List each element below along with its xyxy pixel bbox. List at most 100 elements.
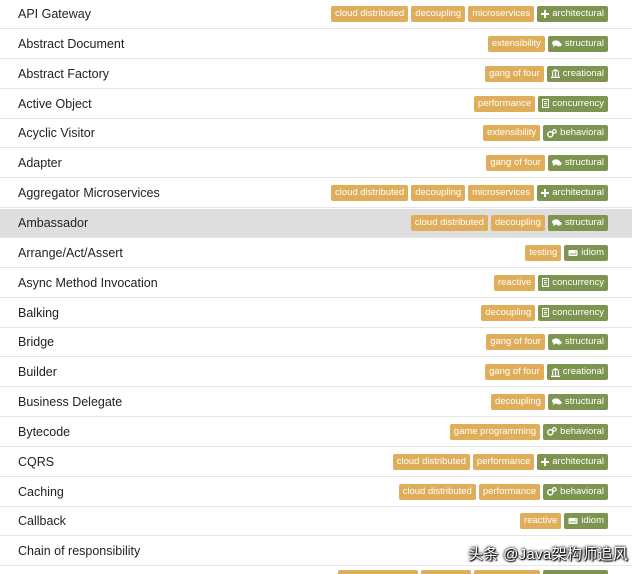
category-tag[interactable]: idiom <box>564 244 608 261</box>
pattern-title[interactable]: CQRS <box>0 455 54 469</box>
keyword-tag[interactable]: gang of four <box>486 155 545 172</box>
category-tag[interactable]: concurrency <box>538 95 608 112</box>
keyword-tag[interactable]: microservices <box>468 185 535 202</box>
category-label: architectural <box>552 187 604 199</box>
category-label: architectural <box>552 455 604 467</box>
category-label: concurrency <box>552 306 604 318</box>
keyword-tag[interactable]: reactive <box>520 513 562 530</box>
keyword-tag[interactable]: decoupling <box>490 394 545 411</box>
gears-icon <box>547 128 557 138</box>
pattern-title[interactable]: Builder <box>0 365 57 379</box>
pattern-title[interactable]: Aggregator Microservices <box>0 186 160 200</box>
category-tag[interactable]: idiom <box>564 513 608 530</box>
pattern-row[interactable]: Active Object performance concurrency <box>0 90 632 119</box>
category-tag[interactable]: behavioral <box>543 423 608 440</box>
category-tag[interactable]: creational <box>546 364 608 381</box>
pattern-title[interactable]: Abstract Factory <box>0 67 109 81</box>
pattern-row[interactable]: Aggregator Microservices cloud distribute… <box>0 179 632 209</box>
keyword-tag[interactable]: testing <box>525 244 562 261</box>
gears-icon <box>547 427 557 436</box>
pattern-row[interactable]: Abstract Document extensibility structural <box>0 30 632 59</box>
pattern-title[interactable]: Async Method Invocation <box>0 276 158 290</box>
keyword-tag[interactable]: gang of four <box>485 364 544 381</box>
keyword-tag[interactable]: extensibility <box>487 35 545 52</box>
keyword-tag[interactable]: cloud distributed <box>398 483 476 500</box>
keyword-tag[interactable]: performance <box>473 95 536 112</box>
keyword-tag[interactable]: cloud distributed <box>392 453 470 470</box>
category-label: behavioral <box>560 425 604 437</box>
tag-group: gang of four creational <box>485 364 632 381</box>
building-icon <box>550 69 560 79</box>
pattern-title[interactable]: Caching <box>0 485 64 499</box>
tag-group: extensibility structural <box>487 35 632 52</box>
keyword-tag[interactable]: microservices <box>468 6 535 22</box>
pattern-row[interactable]: Balking decoupling concurrency <box>0 299 632 328</box>
pattern-row[interactable]: CQRS cloud distributed performance architec… <box>0 448 632 477</box>
pattern-title[interactable]: Chain of responsibility <box>0 544 140 558</box>
keyword-tag[interactable]: decoupling <box>411 6 466 22</box>
category-tag[interactable]: behavioral <box>543 125 608 142</box>
category-tag[interactable]: structural <box>547 155 608 172</box>
pattern-row[interactable]: API Gateway cloud distributed decoupling mi… <box>0 0 632 29</box>
keyword-tag[interactable]: performance <box>478 483 541 500</box>
category-tag[interactable]: structural <box>547 35 608 52</box>
pattern-title[interactable]: Balking <box>0 306 59 320</box>
category-tag[interactable]: structural <box>547 214 608 231</box>
category-tag[interactable]: architectural <box>537 6 608 22</box>
pattern-row[interactable]: Business Delegate decoupling structural <box>0 388 632 418</box>
keyword-tag[interactable]: cloud distributed <box>410 214 488 231</box>
pattern-title[interactable]: Adapter <box>0 156 62 170</box>
pattern-title[interactable]: Ambassador <box>0 216 88 230</box>
pattern-row[interactable]: Caching cloud distributed performance behav… <box>0 478 632 507</box>
pattern-title[interactable]: Bytecode <box>0 425 70 439</box>
pattern-row[interactable]: Arrange/Act/Assert testing idiom <box>0 239 632 268</box>
keyword-tag[interactable]: decoupling <box>411 185 466 202</box>
tag-group: reactive idiom <box>520 513 632 530</box>
pattern-row[interactable]: Acyclic Visitor extensibility behavioral <box>0 119 632 149</box>
category-tag[interactable]: concurrency <box>538 304 608 321</box>
tag-group: testing idiom <box>525 244 632 261</box>
category-label: concurrency <box>552 276 604 288</box>
pattern-title[interactable]: API Gateway <box>0 7 91 21</box>
comments-icon <box>551 398 562 406</box>
tag-group: reactive concurrency <box>493 274 632 291</box>
category-tag[interactable]: structural <box>547 334 608 351</box>
pattern-title[interactable]: Abstract Document <box>0 37 124 51</box>
keyword-tag[interactable]: decoupling <box>481 304 536 321</box>
pattern-row[interactable]: Builder gang of four creational <box>0 358 632 388</box>
keyword-tag[interactable]: performance <box>472 453 535 470</box>
comments-icon <box>551 338 562 346</box>
keyword-tag[interactable]: extensibility <box>483 125 541 142</box>
keyword-tag[interactable]: gang of four <box>486 334 545 351</box>
pattern-title[interactable]: Active Object <box>0 97 92 111</box>
category-tag[interactable]: structural <box>547 394 608 411</box>
pattern-row[interactable]: Callback reactive idiom <box>0 507 632 537</box>
category-tag[interactable]: creational <box>546 65 608 82</box>
keyword-tag[interactable]: game programming <box>449 423 541 440</box>
pattern-row[interactable]: Async Method Invocation reactive concurren… <box>0 269 632 298</box>
pattern-row[interactable]: Bytecode game programming behavioral <box>0 418 632 447</box>
category-tag[interactable]: concurrency <box>538 274 608 291</box>
pattern-row[interactable]: Ambassador cloud distributed decoupling str… <box>0 208 632 238</box>
pattern-row[interactable]: Abstract Factory gang of four creational <box>0 60 632 89</box>
pattern-title[interactable]: Business Delegate <box>0 395 122 409</box>
gears-icon <box>547 487 557 496</box>
keyword-tag[interactable]: reactive <box>493 274 536 291</box>
keyword-tag[interactable]: cloud distributed <box>331 6 409 22</box>
keyword-tag[interactable]: cloud distributed <box>331 185 409 202</box>
category-tag[interactable]: architectural <box>537 185 608 202</box>
keyword-tag[interactable]: decoupling <box>490 214 545 231</box>
category-label: concurrency <box>552 97 604 109</box>
pattern-row[interactable]: Adapter gang of four structural <box>0 149 632 179</box>
category-tag[interactable]: behavioral <box>543 483 608 500</box>
pattern-title[interactable]: Bridge <box>0 335 54 349</box>
tag-group: extensibility behavioral <box>483 125 632 142</box>
building-icon <box>550 367 560 377</box>
category-tag[interactable]: architectural <box>537 453 608 470</box>
pattern-row[interactable]: Bridge gang of four structural <box>0 328 632 358</box>
pattern-title[interactable]: Acyclic Visitor <box>0 126 95 140</box>
category-label: structural <box>564 336 604 348</box>
pattern-title[interactable]: Callback <box>0 514 66 528</box>
keyword-tag[interactable]: gang of four <box>485 65 544 82</box>
pattern-title[interactable]: Arrange/Act/Assert <box>0 246 123 260</box>
